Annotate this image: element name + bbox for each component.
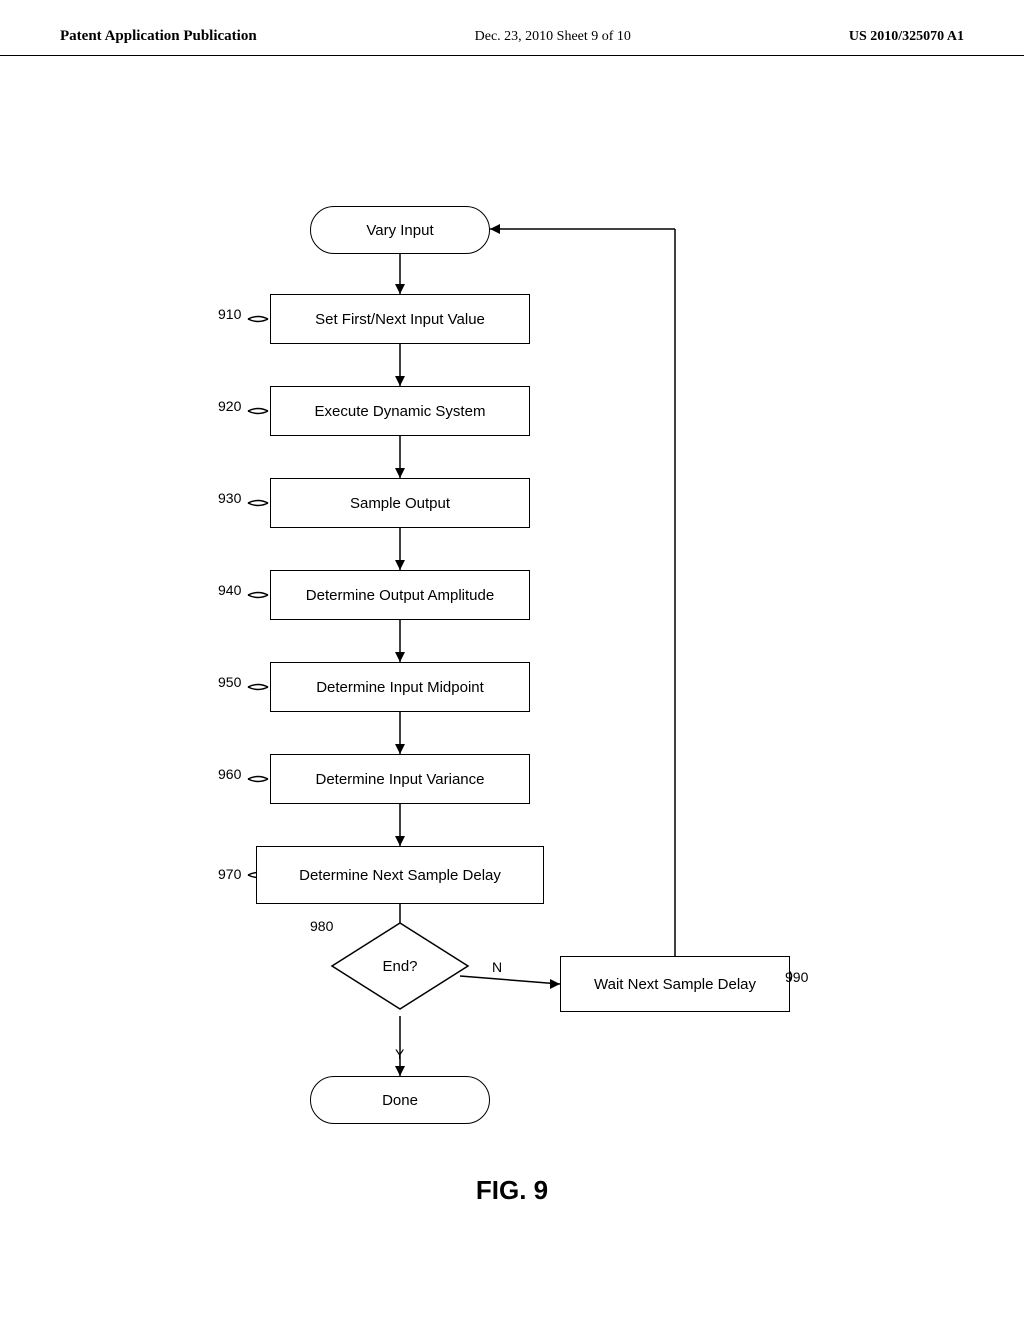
node-step950: Determine Input Midpoint bbox=[270, 662, 530, 712]
ref960: 960 bbox=[218, 766, 241, 782]
node-step990: Wait Next Sample Delay bbox=[560, 956, 790, 1012]
node-step970: Determine Next Sample Delay bbox=[256, 846, 544, 904]
header-center: Dec. 23, 2010 Sheet 9 of 10 bbox=[475, 29, 631, 45]
diagram-svg bbox=[0, 56, 1024, 1236]
node-step930: Sample Output bbox=[270, 478, 530, 528]
ref910: 910 bbox=[218, 306, 241, 322]
node-done: Done bbox=[310, 1076, 490, 1124]
node-vary-input: Vary Input bbox=[310, 206, 490, 254]
node-step920: Execute Dynamic System bbox=[270, 386, 530, 436]
ref920: 920 bbox=[218, 398, 241, 414]
ref980: 980 bbox=[310, 918, 333, 934]
ref990: 990 bbox=[785, 969, 808, 985]
ref930: 930 bbox=[218, 490, 241, 506]
node-step940: Determine Output Amplitude bbox=[270, 570, 530, 620]
header-left: Patent Application Publication bbox=[60, 28, 257, 45]
node-step960: Determine Input Variance bbox=[270, 754, 530, 804]
svg-text:End?: End? bbox=[382, 958, 417, 975]
ref940: 940 bbox=[218, 582, 241, 598]
node-step910: Set First/Next Input Value bbox=[270, 294, 530, 344]
diagram-area: Vary Input Set First/Next Input Value 91… bbox=[0, 56, 1024, 1236]
figure-caption: FIG. 9 bbox=[476, 1175, 548, 1206]
ref950: 950 bbox=[218, 674, 241, 690]
label-y: Y bbox=[395, 1046, 404, 1062]
label-n: N bbox=[492, 959, 502, 975]
page-header: Patent Application Publication Dec. 23, … bbox=[0, 0, 1024, 56]
ref970: 970 bbox=[218, 866, 241, 882]
header-right: US 2010/325070 A1 bbox=[849, 29, 964, 45]
node-step980-svg: End? bbox=[330, 921, 470, 1011]
